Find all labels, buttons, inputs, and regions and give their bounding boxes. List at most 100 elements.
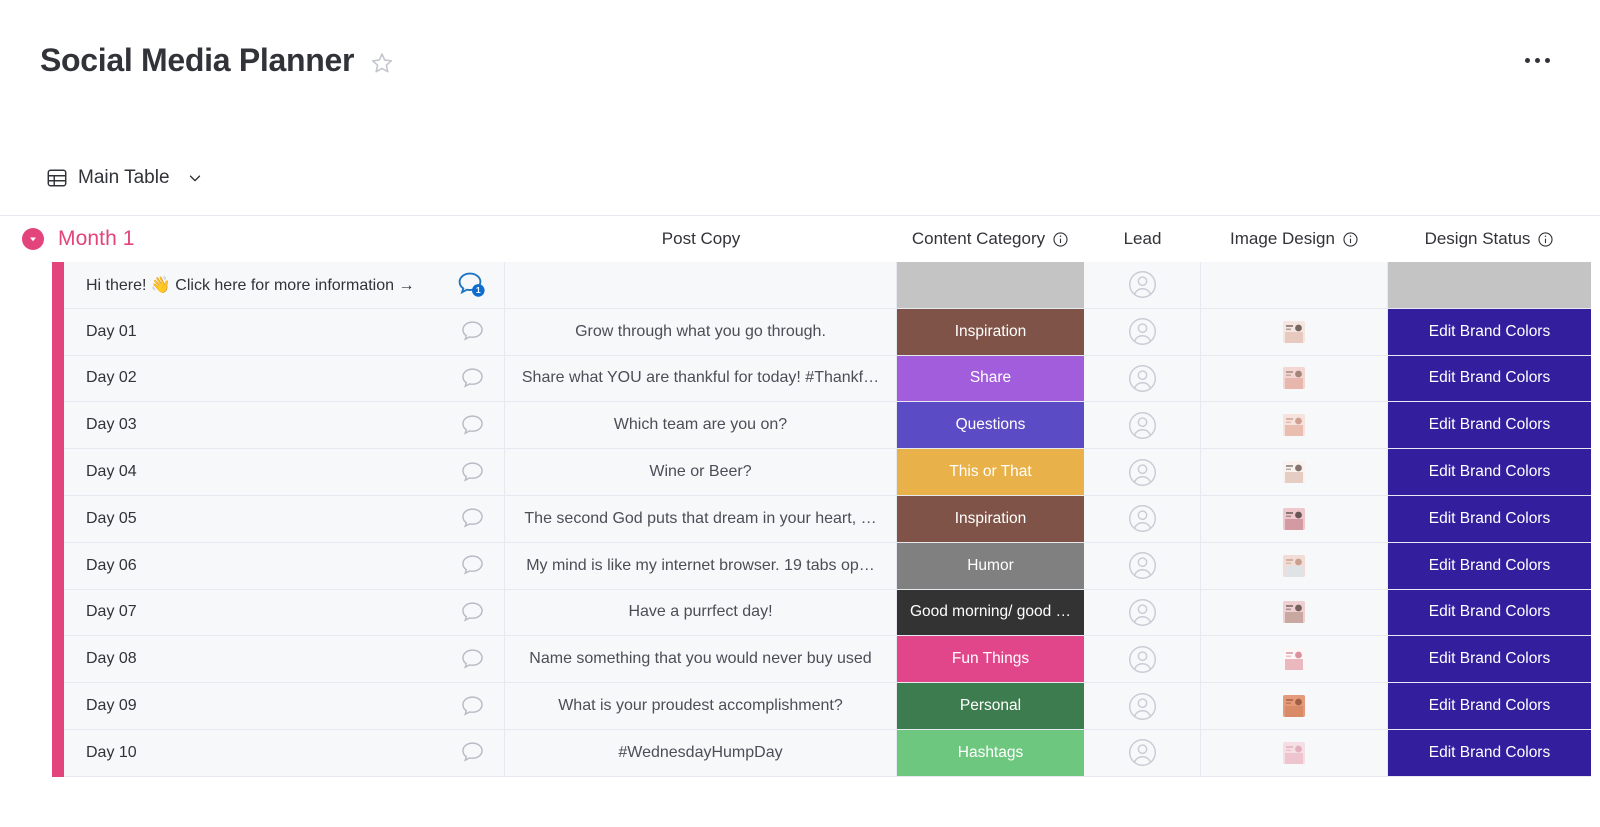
avatar[interactable] bbox=[1127, 269, 1158, 300]
image-design-thumbnail[interactable] bbox=[1283, 648, 1305, 671]
cell-image-design[interactable] bbox=[1201, 636, 1388, 684]
image-design-thumbnail[interactable] bbox=[1283, 461, 1305, 484]
cell-lead[interactable] bbox=[1084, 449, 1201, 496]
avatar[interactable] bbox=[1127, 363, 1158, 394]
comment-bubble-icon[interactable] bbox=[459, 693, 486, 720]
comment-bubble-icon[interactable] bbox=[459, 318, 486, 345]
avatar[interactable] bbox=[1127, 737, 1158, 768]
cell-post-copy[interactable]: Wine or Beer? bbox=[505, 449, 897, 496]
image-design-thumbnail[interactable] bbox=[1283, 320, 1305, 343]
cell-content-category[interactable]: Hashtags bbox=[897, 729, 1084, 777]
cell-design-status[interactable]: Edit Brand Colors bbox=[1388, 355, 1591, 403]
cell-design-status[interactable]: Edit Brand Colors bbox=[1388, 542, 1591, 590]
cell-image-design[interactable] bbox=[1201, 262, 1388, 309]
cell-content-category[interactable]: Questions bbox=[897, 402, 1084, 450]
cell-post-copy[interactable]: Share what YOU are thankful for today! #… bbox=[505, 355, 897, 403]
cell-item-name[interactable]: Day 04 bbox=[64, 449, 505, 496]
comment-bubble-icon[interactable] bbox=[459, 459, 486, 486]
info-icon[interactable] bbox=[1052, 231, 1069, 248]
cell-content-category[interactable] bbox=[897, 262, 1084, 309]
cell-lead[interactable] bbox=[1084, 308, 1201, 356]
table-row[interactable]: Day 03 Which team are you on? Questions Edi… bbox=[0, 402, 1600, 450]
cell-item-name[interactable]: Hi there! 👋 Click here for more informat… bbox=[64, 262, 505, 309]
row-color-bar[interactable] bbox=[52, 542, 64, 590]
column-header-image-design[interactable]: Image Design bbox=[1201, 216, 1388, 262]
column-header-lead[interactable]: Lead bbox=[1084, 216, 1201, 262]
avatar[interactable] bbox=[1127, 316, 1158, 347]
cell-image-design[interactable] bbox=[1201, 495, 1388, 543]
more-options-icon[interactable] bbox=[1517, 50, 1558, 71]
cell-lead[interactable] bbox=[1084, 262, 1201, 309]
cell-design-status[interactable]: Edit Brand Colors bbox=[1388, 308, 1591, 356]
cell-post-copy[interactable]: #WednesdayHumpDay bbox=[505, 729, 897, 777]
image-design-thumbnail[interactable] bbox=[1283, 367, 1305, 390]
comment-bubble-icon[interactable] bbox=[459, 552, 486, 579]
row-color-bar[interactable] bbox=[52, 262, 64, 309]
cell-item-name[interactable]: Day 07 bbox=[64, 589, 505, 637]
cell-post-copy[interactable]: Name something that you would never buy … bbox=[505, 636, 897, 684]
cell-content-category[interactable]: This or That bbox=[897, 449, 1084, 496]
row-color-bar[interactable] bbox=[52, 308, 64, 356]
row-color-bar[interactable] bbox=[52, 449, 64, 496]
column-header-post-copy[interactable]: Post Copy bbox=[505, 216, 897, 262]
cell-post-copy[interactable]: Grow through what you go through. bbox=[505, 308, 897, 356]
cell-lead[interactable] bbox=[1084, 355, 1201, 403]
cell-item-name[interactable]: Day 01 bbox=[64, 308, 505, 356]
table-row[interactable]: Day 06 My mind is like my internet browse… bbox=[0, 542, 1600, 590]
table-row[interactable]: Day 02 Share what YOU are thankful for to… bbox=[0, 355, 1600, 403]
cell-post-copy[interactable]: The second God puts that dream in your h… bbox=[505, 495, 897, 543]
cell-image-design[interactable] bbox=[1201, 589, 1388, 637]
cell-item-name[interactable]: Day 06 bbox=[64, 542, 505, 590]
image-design-thumbnail[interactable] bbox=[1283, 601, 1305, 624]
chevron-down-icon[interactable] bbox=[186, 169, 204, 187]
table-row[interactable]: Day 07 Have a purrfect day! Good morning/ … bbox=[0, 589, 1600, 637]
table-row[interactable]: Day 01 Grow through what you go through. I… bbox=[0, 308, 1600, 356]
cell-lead[interactable] bbox=[1084, 402, 1201, 450]
row-color-bar[interactable] bbox=[52, 355, 64, 403]
cell-post-copy[interactable]: Have a purrfect day! bbox=[505, 589, 897, 637]
table-row[interactable]: Hi there! 👋 Click here for more informat… bbox=[0, 262, 1600, 309]
cell-design-status[interactable]: Edit Brand Colors bbox=[1388, 729, 1591, 777]
row-color-bar[interactable] bbox=[52, 683, 64, 730]
comment-bubble-icon[interactable]: 1 bbox=[456, 270, 486, 300]
avatar[interactable] bbox=[1127, 457, 1158, 488]
avatar[interactable] bbox=[1127, 644, 1158, 675]
cell-image-design[interactable] bbox=[1201, 729, 1388, 777]
comment-bubble-icon[interactable] bbox=[459, 365, 486, 392]
avatar[interactable] bbox=[1127, 410, 1158, 441]
cell-design-status[interactable]: Edit Brand Colors bbox=[1388, 495, 1591, 543]
cell-lead[interactable] bbox=[1084, 542, 1201, 590]
cell-item-name[interactable]: Day 09 bbox=[64, 683, 505, 730]
table-row[interactable]: Day 04 Wine or Beer? This or That Edit Bran… bbox=[0, 449, 1600, 496]
cell-design-status[interactable]: Edit Brand Colors bbox=[1388, 589, 1591, 637]
row-color-bar[interactable] bbox=[52, 495, 64, 543]
cell-lead[interactable] bbox=[1084, 729, 1201, 777]
cell-item-name[interactable]: Day 08 bbox=[64, 636, 505, 684]
image-design-thumbnail[interactable] bbox=[1283, 414, 1305, 437]
comment-bubble-icon[interactable] bbox=[459, 505, 486, 532]
cell-lead[interactable] bbox=[1084, 495, 1201, 543]
cell-item-name[interactable]: Day 05 bbox=[64, 495, 505, 543]
row-color-bar[interactable] bbox=[52, 729, 64, 777]
cell-image-design[interactable] bbox=[1201, 355, 1388, 403]
cell-image-design[interactable] bbox=[1201, 449, 1388, 496]
cell-content-category[interactable]: Inspiration bbox=[897, 308, 1084, 356]
cell-content-category[interactable]: Personal bbox=[897, 683, 1084, 730]
column-header-content-category[interactable]: Content Category bbox=[897, 216, 1084, 262]
cell-image-design[interactable] bbox=[1201, 542, 1388, 590]
comment-bubble-icon[interactable] bbox=[459, 739, 486, 766]
cell-post-copy[interactable]: What is your proudest accomplishment? bbox=[505, 683, 897, 730]
avatar[interactable] bbox=[1127, 503, 1158, 534]
cell-content-category[interactable]: Humor bbox=[897, 542, 1084, 590]
table-row[interactable]: Day 09 What is your proudest accomplishme… bbox=[0, 683, 1600, 730]
cell-item-name[interactable]: Day 02 bbox=[64, 355, 505, 403]
image-design-thumbnail[interactable] bbox=[1283, 507, 1305, 530]
cell-item-name[interactable]: Day 10 bbox=[64, 729, 505, 777]
cell-post-copy[interactable]: Which team are you on? bbox=[505, 402, 897, 450]
table-row[interactable]: Day 08 Name something that you would neve… bbox=[0, 636, 1600, 684]
cell-design-status[interactable]: Edit Brand Colors bbox=[1388, 683, 1591, 730]
group-title[interactable]: Month 1 bbox=[58, 227, 135, 251]
comment-bubble-icon[interactable] bbox=[459, 412, 486, 439]
comment-bubble-icon[interactable] bbox=[459, 646, 486, 673]
cell-design-status[interactable]: Edit Brand Colors bbox=[1388, 449, 1591, 496]
